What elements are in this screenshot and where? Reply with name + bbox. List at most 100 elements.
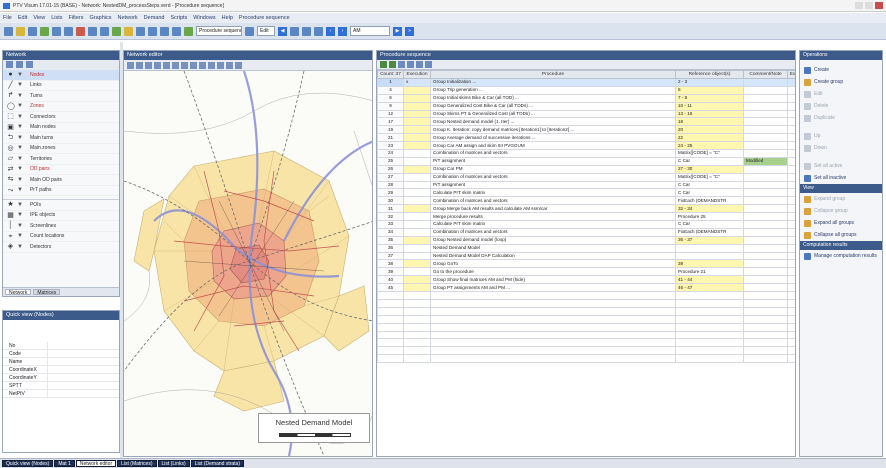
- procedure-name[interactable]: Combination of matrices and vectors: [430, 149, 676, 158]
- procedure-name[interactable]: Group K. Iteration: copy demand matrices…: [430, 125, 676, 135]
- comment-note[interactable]: [743, 275, 788, 285]
- operation-down[interactable]: Down: [800, 142, 882, 154]
- menu-item[interactable]: Edit: [18, 15, 27, 21]
- comment-note[interactable]: [743, 141, 788, 151]
- table-row[interactable]: 6 Group Initial skims Bike & Car (all TOD…: [377, 93, 795, 103]
- comment-note[interactable]: [743, 235, 788, 245]
- network-item[interactable]: ⤳ ▼ PrT paths: [3, 186, 119, 196]
- comment-note[interactable]: [743, 259, 788, 269]
- execution-checkbox[interactable]: [403, 172, 431, 182]
- window-tab[interactable]: List (Matrices): [117, 460, 157, 467]
- maximize-icon[interactable]: [865, 2, 873, 9]
- procedure-name[interactable]: Group Nested demand model (1. Iter) ...: [430, 117, 676, 127]
- graphic-icon[interactable]: [88, 26, 97, 36]
- procedure-name[interactable]: Calculate PrT skim matrix: [430, 220, 676, 229]
- zoom-out-icon[interactable]: [145, 62, 152, 69]
- table-row[interactable]: 40 Group Show final matrices AM and PM (h…: [377, 275, 795, 285]
- filter-icon[interactable]: ▼: [17, 187, 23, 193]
- search-icon[interactable]: [172, 26, 181, 36]
- comment-note[interactable]: [743, 283, 788, 293]
- network-item[interactable]: ⇆ ▼ Main OD pairs: [3, 175, 119, 186]
- reference-objects[interactable]: C Car: [675, 188, 744, 198]
- filter-icon[interactable]: ▼: [17, 244, 23, 250]
- filter-icon[interactable]: ▼: [17, 166, 23, 172]
- table-row[interactable]: 9 Group Generalized Cost Bike & Car (all …: [377, 101, 795, 111]
- execution-checkbox[interactable]: [403, 283, 431, 293]
- procedure-name[interactable]: Nested Demand Model DAP Calculation: [430, 251, 676, 261]
- procedure-name[interactable]: Merge procedure results: [430, 212, 676, 222]
- execution-checkbox[interactable]: [403, 93, 431, 103]
- procedure-name[interactable]: PrT assignment: [430, 156, 676, 166]
- procedure-name[interactable]: Group Trip generation ...: [430, 85, 676, 95]
- comment-note[interactable]: [743, 188, 788, 198]
- table-row[interactable]: 33 Calculate PrT skim matrix C Car: [377, 220, 795, 229]
- operation-expand-group[interactable]: Expand group: [800, 193, 882, 205]
- execution-checkbox[interactable]: [403, 267, 431, 277]
- network-item[interactable]: ★ ▼ POIs: [3, 200, 119, 211]
- stop-icon[interactable]: [76, 26, 85, 36]
- comment-note[interactable]: [743, 180, 788, 190]
- comment-note[interactable]: [743, 133, 788, 143]
- print-icon[interactable]: [160, 26, 169, 36]
- reference-objects[interactable]: [675, 251, 744, 261]
- execution-checkbox[interactable]: [403, 117, 431, 127]
- network-item[interactable]: ▱ ▼ Territories: [3, 154, 119, 165]
- background-icon[interactable]: [217, 62, 224, 69]
- last-button[interactable]: »: [405, 26, 414, 36]
- execution-checkbox[interactable]: [403, 188, 431, 198]
- window-tab[interactable]: List (Demand strata): [190, 460, 244, 467]
- reference-objects[interactable]: 22: [675, 133, 744, 143]
- print-icon[interactable]: [235, 62, 242, 69]
- reference-objects[interactable]: FixEach (DEMANDSTR: [675, 227, 744, 237]
- procedure-name[interactable]: Group Initial skims Bike & Car (all TOD)…: [430, 93, 676, 103]
- execution-checkbox[interactable]: [403, 196, 431, 206]
- open-icon[interactable]: [398, 61, 405, 68]
- reference-objects[interactable]: 2 - 3: [675, 78, 744, 87]
- reference-objects[interactable]: 46 - 47: [675, 283, 744, 293]
- procedure-name[interactable]: Group GoTo: [430, 259, 676, 269]
- filter-icon[interactable]: ▼: [17, 223, 23, 229]
- reference-objects[interactable]: 20: [675, 125, 744, 135]
- table-row[interactable]: 27 Combination of matrices and vectors Mat…: [377, 172, 795, 182]
- execution-checkbox[interactable]: [403, 235, 431, 245]
- edit-shape-icon[interactable]: [208, 62, 215, 69]
- reference-objects[interactable]: 10 - 11: [675, 101, 744, 111]
- table-row[interactable]: 30 Combination of matrices and vectors Fix…: [377, 196, 795, 206]
- menu-item[interactable]: View: [33, 15, 45, 21]
- filter-icon[interactable]: ▼: [17, 72, 23, 78]
- comment-note[interactable]: [743, 212, 788, 222]
- network-item[interactable]: ● ▼ Nodes: [3, 70, 119, 81]
- next-button[interactable]: ▶: [393, 26, 402, 36]
- execution-checkbox[interactable]: [403, 212, 431, 222]
- comment-note[interactable]: [743, 243, 788, 253]
- execute-icon[interactable]: [184, 26, 193, 36]
- filter-icon[interactable]: ▼: [17, 93, 23, 99]
- zoom-in-icon[interactable]: [136, 62, 143, 69]
- zoom-extent-icon[interactable]: [154, 62, 161, 69]
- comment-note[interactable]: [743, 149, 788, 158]
- table-row[interactable]: 24 Combination of matrices and vectors Mat…: [377, 149, 795, 158]
- filter-icon[interactable]: [26, 61, 33, 68]
- menu-item[interactable]: Lists: [51, 15, 62, 21]
- execution-checkbox[interactable]: [403, 251, 431, 261]
- window-tab[interactable]: Quick view (Nodes): [2, 460, 54, 467]
- operation-edit[interactable]: Edit: [800, 88, 882, 100]
- table-row[interactable]: 36 Nested Demand Model: [377, 243, 795, 253]
- filter-icon[interactable]: ▼: [17, 124, 23, 130]
- table-row[interactable]: 17 Group Nested demand model (1. Iter) ..…: [377, 117, 795, 127]
- execution-checkbox[interactable]: [403, 180, 431, 190]
- operation-set-all-active[interactable]: Set all active: [800, 160, 882, 172]
- table-row[interactable]: 38 Group GoTo 39: [377, 259, 795, 269]
- table-row[interactable]: 26 Group Car PM 27 - 30: [377, 164, 795, 174]
- execution-checkbox[interactable]: x: [403, 78, 431, 87]
- reference-objects[interactable]: 39: [675, 259, 744, 269]
- table-row[interactable]: 1 x Group Initialization ... 2 - 3: [377, 78, 795, 87]
- comment-note[interactable]: [743, 78, 788, 87]
- reference-objects[interactable]: [675, 243, 744, 253]
- new-file-icon[interactable]: [4, 26, 13, 36]
- layers-icon[interactable]: [302, 26, 311, 36]
- comment-note[interactable]: [743, 101, 788, 111]
- procedure-name[interactable]: Go to the procedure: [430, 267, 676, 277]
- reference-objects[interactable]: C Car: [675, 156, 744, 166]
- network-item[interactable]: ◯ ▼ Zones: [3, 102, 119, 112]
